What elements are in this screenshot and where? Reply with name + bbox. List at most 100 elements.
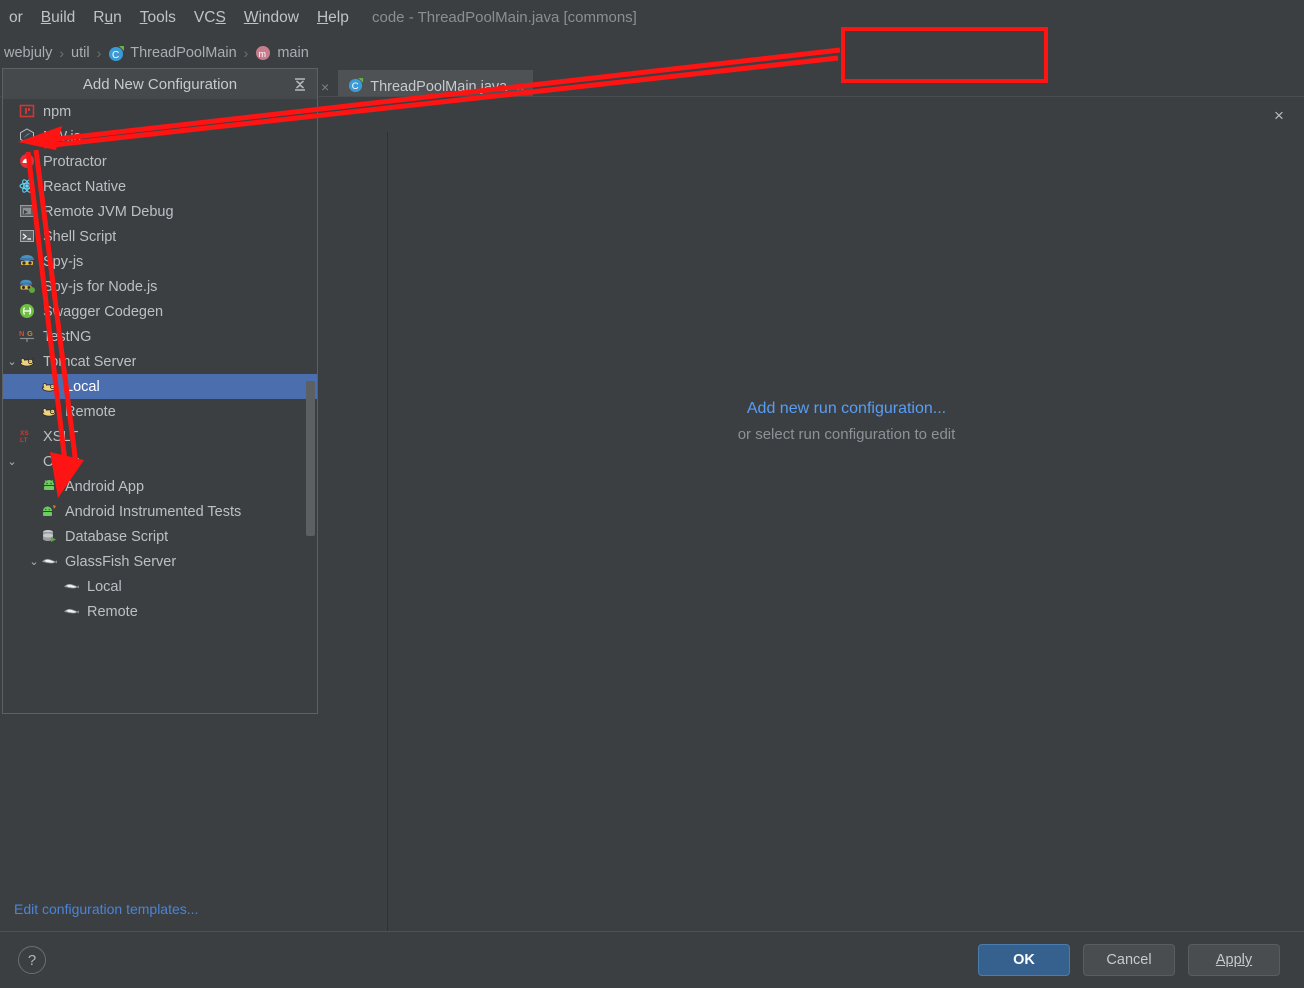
shell-script-icon xyxy=(19,228,37,246)
svg-text:C: C xyxy=(112,50,119,61)
configuration-detail-panel: Add new run configuration... or select r… xyxy=(389,132,1304,931)
menu-item-window[interactable]: Window xyxy=(235,0,308,36)
breadcrumb-label: main xyxy=(277,45,309,61)
config-type-item[interactable]: Shell Script xyxy=(3,224,317,249)
config-type-label: Tomcat Server xyxy=(43,353,137,370)
config-type-label: Swagger Codegen xyxy=(43,303,164,320)
config-type-label: React Native xyxy=(43,178,127,195)
config-type-item[interactable]: ⌄ Tomcat Server xyxy=(3,349,317,374)
dialog-footer: ? OK Cancel Apply xyxy=(0,931,1304,988)
svg-text:LT: LT xyxy=(20,437,27,444)
config-type-label: Other xyxy=(43,453,80,470)
config-type-item[interactable]: Local xyxy=(3,574,317,599)
config-type-item[interactable]: ⌄ GlassFish Server xyxy=(3,549,317,574)
android-test-icon xyxy=(41,503,59,521)
breadcrumb-item-util[interactable]: util xyxy=(71,45,90,61)
remote-jvm-debug-icon xyxy=(19,203,37,221)
config-type-label: Spy-js for Node.js xyxy=(43,278,158,295)
close-icon[interactable]: × xyxy=(516,79,524,95)
svg-text:N: N xyxy=(19,329,24,338)
tomcat-icon xyxy=(19,353,37,371)
config-type-item[interactable]: ⌄ Other xyxy=(3,449,317,474)
apply-button-label: Apply xyxy=(1215,952,1253,968)
config-type-label: NW.js xyxy=(43,128,81,145)
config-type-item[interactable]: XS LT XSLT xyxy=(3,424,317,449)
empty-state-subtitle: or select run configuration to edit xyxy=(737,426,956,443)
android-icon xyxy=(41,478,59,496)
cancel-button[interactable]: Cancel xyxy=(1083,944,1175,976)
config-type-item[interactable]: Swagger Codegen xyxy=(3,299,317,324)
editor-tab-label: ThreadPoolMain.java xyxy=(370,79,508,95)
breadcrumb-item-threadpoolmain[interactable]: C ThreadPoolMain xyxy=(108,45,237,62)
menu-item-tools[interactable]: Tools xyxy=(131,0,185,36)
ok-button[interactable]: OK xyxy=(978,944,1070,976)
edit-configuration-templates-link[interactable]: Edit configuration templates... xyxy=(14,901,198,917)
svg-text:C: C xyxy=(352,80,359,91)
config-type-item[interactable]: Spy-js xyxy=(3,249,317,274)
menu-item-or[interactable]: or xyxy=(0,0,32,36)
config-type-item[interactable]: Android App xyxy=(3,474,317,499)
config-type-label: Protractor xyxy=(43,153,107,170)
breadcrumb-separator: › xyxy=(243,45,249,61)
close-icon[interactable]: × xyxy=(1268,104,1290,126)
config-type-item[interactable]: Remote xyxy=(3,399,317,424)
config-type-label: XSLT xyxy=(43,428,79,445)
breadcrumb-label: ThreadPoolMain xyxy=(130,45,237,61)
config-type-item-selected[interactable]: Local xyxy=(3,374,317,399)
dialog-action-buttons: OK Cancel Apply xyxy=(978,944,1304,976)
config-type-item[interactable]: N G TestNG xyxy=(3,324,317,349)
help-button[interactable]: ? xyxy=(18,946,46,974)
react-native-icon xyxy=(19,178,37,196)
config-type-label: npm xyxy=(43,103,72,120)
menu-item-help[interactable]: Help xyxy=(308,0,358,36)
popup-scrollbar[interactable] xyxy=(306,99,315,713)
tomcat-icon xyxy=(41,378,59,396)
no-icon xyxy=(19,453,37,471)
chevron-down-icon[interactable]: ⌄ xyxy=(27,555,41,568)
popup-header: Add New Configuration xyxy=(3,69,317,99)
config-type-item[interactable]: Protractor xyxy=(3,149,317,174)
menu-item-vcs[interactable]: VCS xyxy=(185,0,235,36)
config-type-label: Local xyxy=(87,578,122,595)
collapse-expand-icon[interactable] xyxy=(291,75,309,93)
config-type-item[interactable]: NW.js xyxy=(3,124,317,149)
breadcrumb-item-webjuly[interactable]: webjuly xyxy=(4,45,52,61)
config-type-item[interactable]: React Native xyxy=(3,174,317,199)
configuration-type-list[interactable]: npm NW.js Protractor React Native Remote JVM… xyxy=(3,99,317,713)
config-type-label: Remote xyxy=(65,403,116,420)
config-type-item[interactable]: npm xyxy=(3,99,317,124)
config-type-item[interactable]: Android Instrumented Tests xyxy=(3,499,317,524)
apply-button[interactable]: Apply xyxy=(1188,944,1280,976)
glassfish-icon xyxy=(63,578,81,596)
chevron-down-icon[interactable]: ⌄ xyxy=(5,355,19,368)
config-type-item[interactable]: Database Script xyxy=(3,524,317,549)
breadcrumb-separator: › xyxy=(59,45,65,61)
close-icon[interactable]: × xyxy=(321,79,329,95)
menu-item-build[interactable]: Build xyxy=(32,0,84,36)
xslt-icon: XS LT xyxy=(19,428,37,446)
empty-state: Add new run configuration... or select r… xyxy=(389,400,1304,443)
spy-js-icon xyxy=(19,253,37,271)
config-type-label: Database Script xyxy=(65,528,169,545)
glassfish-icon xyxy=(63,603,81,621)
breadcrumb-bar: webjuly › util › C ThreadPoolMain › m ma… xyxy=(0,36,1304,102)
config-type-item[interactable]: Remote JVM Debug xyxy=(3,199,317,224)
menu-item-list: or Build Run Tools VCS Window Help xyxy=(0,0,358,36)
add-new-configuration-popup: Add New Configuration npm NW.js Protractor… xyxy=(2,68,318,714)
config-type-item[interactable]: Remote xyxy=(3,599,317,624)
testng-icon: NG xyxy=(19,328,37,346)
menu-item-run[interactable]: Run xyxy=(84,0,130,36)
svg-text:m: m xyxy=(259,49,267,59)
breadcrumb-item-main[interactable]: m main xyxy=(255,45,309,62)
config-type-label: Shell Script xyxy=(43,228,117,245)
window-title: code - ThreadPoolMain.java [commons] xyxy=(372,9,637,26)
database-script-icon xyxy=(41,528,59,546)
config-type-item[interactable]: Spy-js for Node.js xyxy=(3,274,317,299)
npm-icon xyxy=(19,103,37,121)
ide-menu-bar: or Build Run Tools VCS Window Help code - Thre… xyxy=(0,0,1304,36)
config-type-label: Android App xyxy=(65,478,145,495)
add-new-run-configuration-link[interactable]: Add new run configuration... xyxy=(389,400,1304,418)
nwjs-icon xyxy=(19,127,37,146)
method-icon: m xyxy=(255,45,272,62)
chevron-down-icon[interactable]: ⌄ xyxy=(5,455,19,468)
